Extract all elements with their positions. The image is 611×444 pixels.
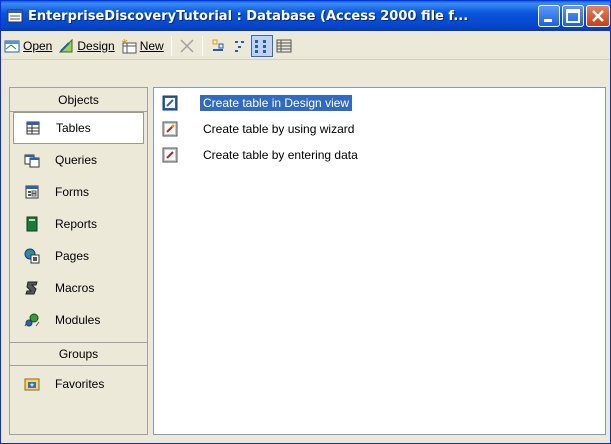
list-item-entering-data[interactable]: Create table by entering data <box>154 142 605 168</box>
new-table-icon <box>121 38 137 53</box>
page-icon <box>24 248 40 264</box>
macro-icon <box>25 281 38 295</box>
list-item-label: Create table in Design view <box>200 95 353 111</box>
list-view-icon <box>254 39 266 53</box>
design-shortcut-icon <box>162 95 178 111</box>
object-label: Queries <box>55 153 98 167</box>
object-item-macros[interactable]: Macros <box>13 272 144 304</box>
object-label: Macros <box>55 281 95 295</box>
design-ruler-icon <box>59 38 73 52</box>
objects-header[interactable]: Objects <box>10 88 147 112</box>
details-view-icon <box>276 39 292 52</box>
list-item-wizard[interactable]: Create table by using wizard <box>154 116 605 142</box>
wizard-shortcut-icon <box>162 121 178 137</box>
large-icons-button[interactable] <box>207 35 229 57</box>
new-label: New <box>139 38 164 53</box>
object-label: Modules <box>55 313 101 327</box>
delete-x-icon <box>180 38 194 53</box>
object-item-tables[interactable]: Tables <box>13 112 144 144</box>
list-item-label: Create table by using wizard <box>203 122 355 136</box>
object-item-pages[interactable]: Pages <box>13 240 144 272</box>
objects-list: Create table in Design view Create table… <box>153 87 606 435</box>
object-label: Pages <box>55 249 90 263</box>
toolbar-separator <box>170 35 172 56</box>
list-item-design-view[interactable]: Create table in Design view <box>154 90 605 116</box>
open-table-icon <box>4 40 20 52</box>
design-button[interactable]: Design <box>55 35 117 57</box>
database-icon <box>7 9 23 23</box>
minimize-icon <box>544 19 552 22</box>
database-toolbar: Open Design New <box>1 32 610 60</box>
design-label: Design <box>77 38 115 53</box>
objects-bar: Objects Tables Queries Forms Reports Pag… <box>9 87 148 435</box>
maximize-button[interactable] <box>562 5 584 27</box>
object-item-modules[interactable]: Modules <box>13 304 144 336</box>
table-icon <box>26 121 40 135</box>
query-icon <box>24 154 40 168</box>
toolbar-separator <box>201 35 203 56</box>
entering-data-shortcut-icon <box>162 147 178 163</box>
object-item-queries[interactable]: Queries <box>13 144 144 176</box>
module-icon <box>24 313 40 327</box>
delete-button[interactable] <box>176 35 198 57</box>
report-icon <box>26 216 38 232</box>
minimize-button[interactable] <box>538 5 560 27</box>
database-window: EnterpriseDiscoveryTutorial : Database (… <box>0 0 611 444</box>
close-button[interactable] <box>586 5 610 27</box>
close-icon <box>592 10 604 22</box>
small-icons-button[interactable] <box>229 35 251 57</box>
open-button[interactable]: Open <box>1 35 55 57</box>
groups-header[interactable]: Groups <box>10 342 147 366</box>
group-label: Favorites <box>55 377 105 391</box>
object-item-reports[interactable]: Reports <box>13 208 144 240</box>
open-label: Open <box>23 38 53 53</box>
title-bar[interactable]: EnterpriseDiscoveryTutorial : Database (… <box>1 1 610 31</box>
new-button[interactable]: New <box>118 35 167 57</box>
object-label: Reports <box>55 217 98 231</box>
object-label: Forms <box>55 185 89 199</box>
object-label: Tables <box>56 121 91 135</box>
list-view-button[interactable] <box>250 34 273 57</box>
details-view-button[interactable] <box>273 35 295 57</box>
window-title: EnterpriseDiscoveryTutorial : Database (… <box>28 8 469 24</box>
large-icons-icon <box>212 39 224 51</box>
small-icons-icon <box>234 40 244 52</box>
object-item-forms[interactable]: Forms <box>13 176 144 208</box>
form-icon <box>25 185 39 199</box>
list-item-label: Create table by entering data <box>203 148 358 162</box>
maximize-icon <box>566 9 580 23</box>
group-item-favorites[interactable]: Favorites <box>13 368 144 400</box>
favorites-folder-icon <box>24 378 40 391</box>
